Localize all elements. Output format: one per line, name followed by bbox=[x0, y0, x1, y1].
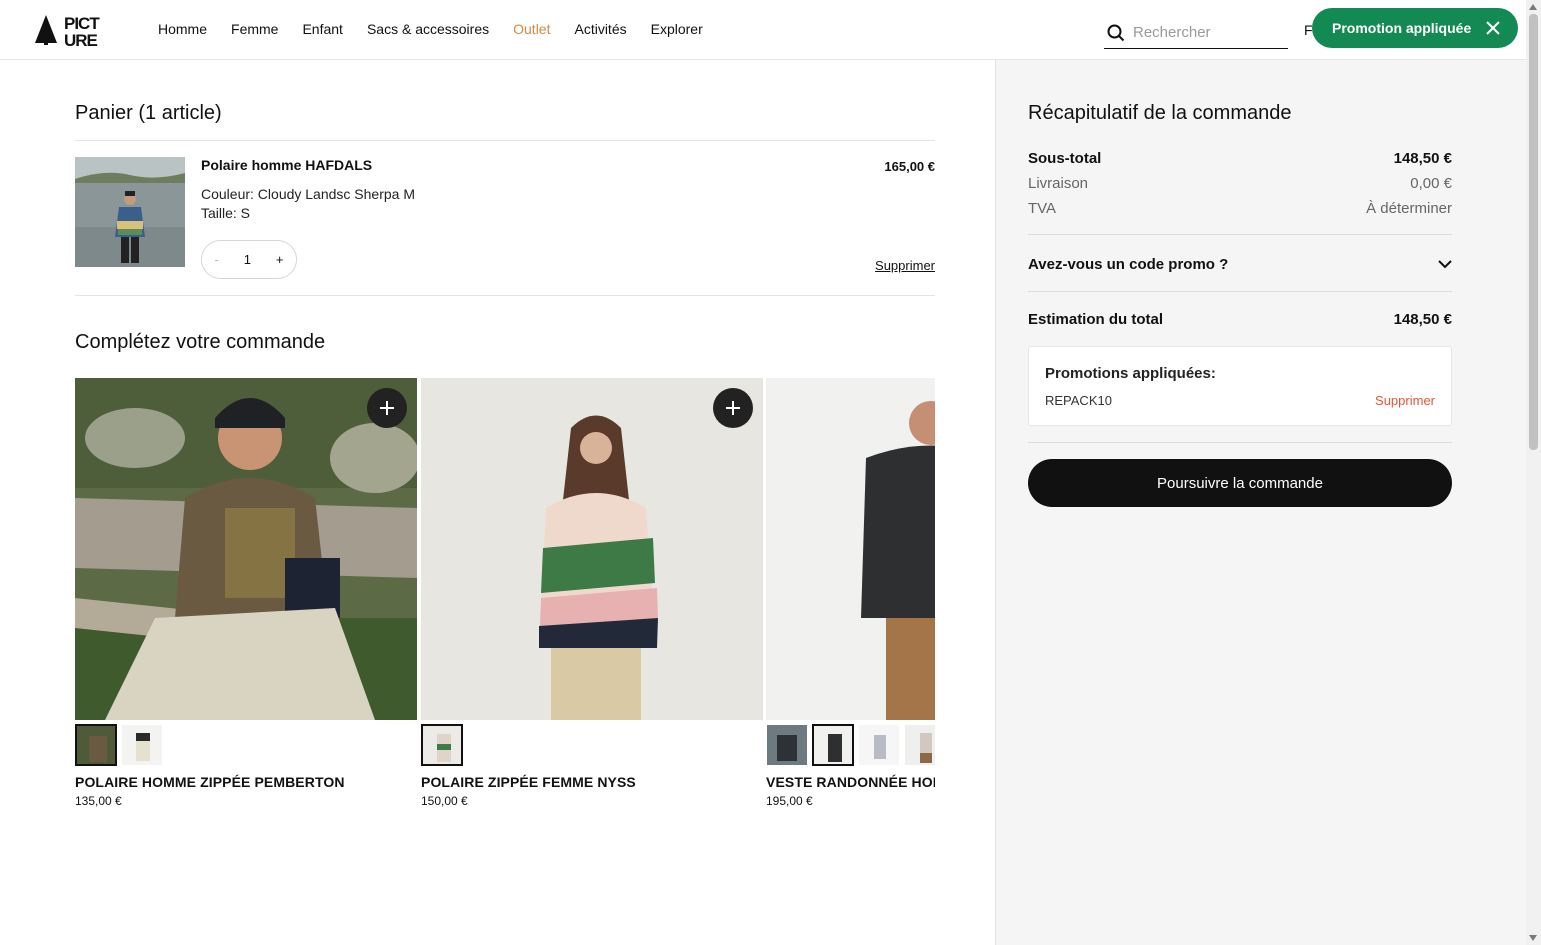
nav-outlet[interactable]: Outlet bbox=[513, 21, 550, 37]
product-price: 195,00 € bbox=[766, 794, 813, 808]
page-scrollbar[interactable] bbox=[1526, 0, 1541, 945]
promo-toast-text: Promotion appliquée bbox=[1332, 20, 1472, 36]
promo-applied-toast: Promotion appliquée bbox=[1312, 8, 1518, 48]
cart-item-color: Couleur: Cloudy Landsc Sherpa M bbox=[201, 186, 416, 202]
product-name[interactable]: POLAIRE ZIPPÉE FEMME NYSS bbox=[421, 774, 636, 790]
total-row: Estimation du total 148,50 € bbox=[1028, 311, 1452, 328]
color-swatch[interactable] bbox=[904, 724, 935, 766]
search-icon[interactable] bbox=[1107, 24, 1125, 42]
tax-value: À déterminer bbox=[1366, 200, 1452, 217]
plus-icon bbox=[726, 401, 740, 415]
shipping-value: 0,00 € bbox=[1410, 175, 1452, 192]
scroll-down-arrow[interactable] bbox=[1529, 935, 1537, 941]
divider bbox=[75, 140, 935, 141]
color-swatches bbox=[766, 724, 935, 766]
total-value: 148,50 € bbox=[1393, 311, 1452, 328]
add-to-cart-button[interactable] bbox=[367, 388, 407, 428]
qty-decrease-button[interactable]: - bbox=[214, 252, 218, 267]
chevron-down-icon bbox=[1438, 260, 1452, 269]
cart-item-price: 165,00 € bbox=[884, 159, 935, 174]
reco-carousel: POLAIRE HOMME ZIPPÉE PEMBERTON 135,00 € bbox=[75, 378, 935, 818]
product-price: 135,00 € bbox=[75, 794, 122, 808]
divider bbox=[75, 295, 935, 296]
product-price: 150,00 € bbox=[421, 794, 468, 808]
nav-explorer[interactable]: Explorer bbox=[651, 21, 703, 37]
remove-promo-link[interactable]: Supprimer bbox=[1375, 393, 1435, 408]
subtotal-value: 148,50 € bbox=[1393, 150, 1452, 167]
total-label: Estimation du total bbox=[1028, 311, 1163, 328]
product-name[interactable]: POLAIRE HOMME ZIPPÉE PEMBERTON bbox=[75, 774, 345, 790]
scroll-up-arrow[interactable] bbox=[1529, 4, 1537, 10]
color-swatch[interactable] bbox=[766, 724, 808, 766]
color-swatch[interactable] bbox=[121, 724, 163, 766]
color-swatches bbox=[421, 724, 463, 766]
promo-code-question: Avez-vous un code promo ? bbox=[1028, 256, 1229, 273]
divider bbox=[1028, 234, 1452, 235]
close-icon[interactable] bbox=[1484, 19, 1502, 37]
quantity-stepper: - 1 + bbox=[201, 240, 297, 279]
search-bar bbox=[1104, 17, 1288, 49]
tax-row: TVA À déterminer bbox=[1028, 200, 1452, 217]
shipping-label: Livraison bbox=[1028, 175, 1089, 192]
search-input[interactable] bbox=[1133, 24, 1283, 41]
qty-value: 1 bbox=[243, 252, 251, 267]
add-to-cart-button[interactable] bbox=[713, 388, 753, 428]
cart-title: Panier (1 article) bbox=[75, 102, 222, 124]
checkout-button[interactable]: Poursuivre la commande bbox=[1028, 459, 1452, 507]
color-swatch[interactable] bbox=[858, 724, 900, 766]
svg-text:URE: URE bbox=[64, 31, 98, 47]
remove-item-link[interactable]: Supprimer bbox=[860, 258, 935, 273]
qty-increase-button[interactable]: + bbox=[276, 252, 284, 267]
nav-femme[interactable]: Femme bbox=[231, 21, 278, 37]
product-image[interactable] bbox=[766, 378, 935, 720]
promo-code-value: REPACK10 bbox=[1045, 393, 1112, 408]
nav-sacs-accessoires[interactable]: Sacs & accessoires bbox=[367, 21, 489, 37]
shipping-row: Livraison 0,00 € bbox=[1028, 175, 1452, 192]
subtotal-row: Sous-total 148,50 € bbox=[1028, 150, 1452, 167]
divider bbox=[1028, 442, 1452, 443]
plus-icon bbox=[380, 401, 394, 415]
promo-code-toggle[interactable]: Avez-vous un code promo ? bbox=[1028, 256, 1452, 273]
applied-promotions-title: Promotions appliquées: bbox=[1045, 365, 1216, 382]
site-header: PICT URE Homme Femme Enfant Sacs & acces… bbox=[0, 0, 1526, 60]
color-swatch[interactable] bbox=[421, 724, 463, 766]
reco-title: Complétez votre commande bbox=[75, 331, 326, 353]
product-name[interactable]: VESTE RANDONNÉE HOMME bbox=[766, 774, 935, 790]
cart-item-size: Taille: S bbox=[201, 205, 251, 221]
color-swatch[interactable] bbox=[812, 724, 854, 766]
nav-activites[interactable]: Activités bbox=[574, 21, 626, 37]
main-nav: Homme Femme Enfant Sacs & accessoires Ou… bbox=[158, 21, 703, 37]
cart-item-name[interactable]: Polaire homme HAFDALS bbox=[201, 157, 372, 173]
brand-logo[interactable]: PICT URE bbox=[31, 13, 111, 47]
tax-label: TVA bbox=[1028, 200, 1057, 217]
nav-homme[interactable]: Homme bbox=[158, 21, 207, 37]
product-image[interactable] bbox=[75, 378, 417, 720]
subtotal-label: Sous-total bbox=[1028, 150, 1102, 167]
product-image[interactable] bbox=[421, 378, 763, 720]
summary-title: Récapitulatif de la commande bbox=[1028, 102, 1292, 124]
color-swatches bbox=[75, 724, 163, 766]
cart-item-image[interactable] bbox=[75, 157, 185, 267]
nav-enfant[interactable]: Enfant bbox=[302, 21, 342, 37]
divider bbox=[1028, 291, 1452, 292]
color-swatch[interactable] bbox=[75, 724, 117, 766]
applied-promotions-box: Promotions appliquées: REPACK10 Supprime… bbox=[1028, 346, 1452, 426]
scrollbar-thumb[interactable] bbox=[1529, 14, 1538, 450]
order-summary-panel: Récapitulatif de la commande Sous-total … bbox=[995, 60, 1526, 945]
